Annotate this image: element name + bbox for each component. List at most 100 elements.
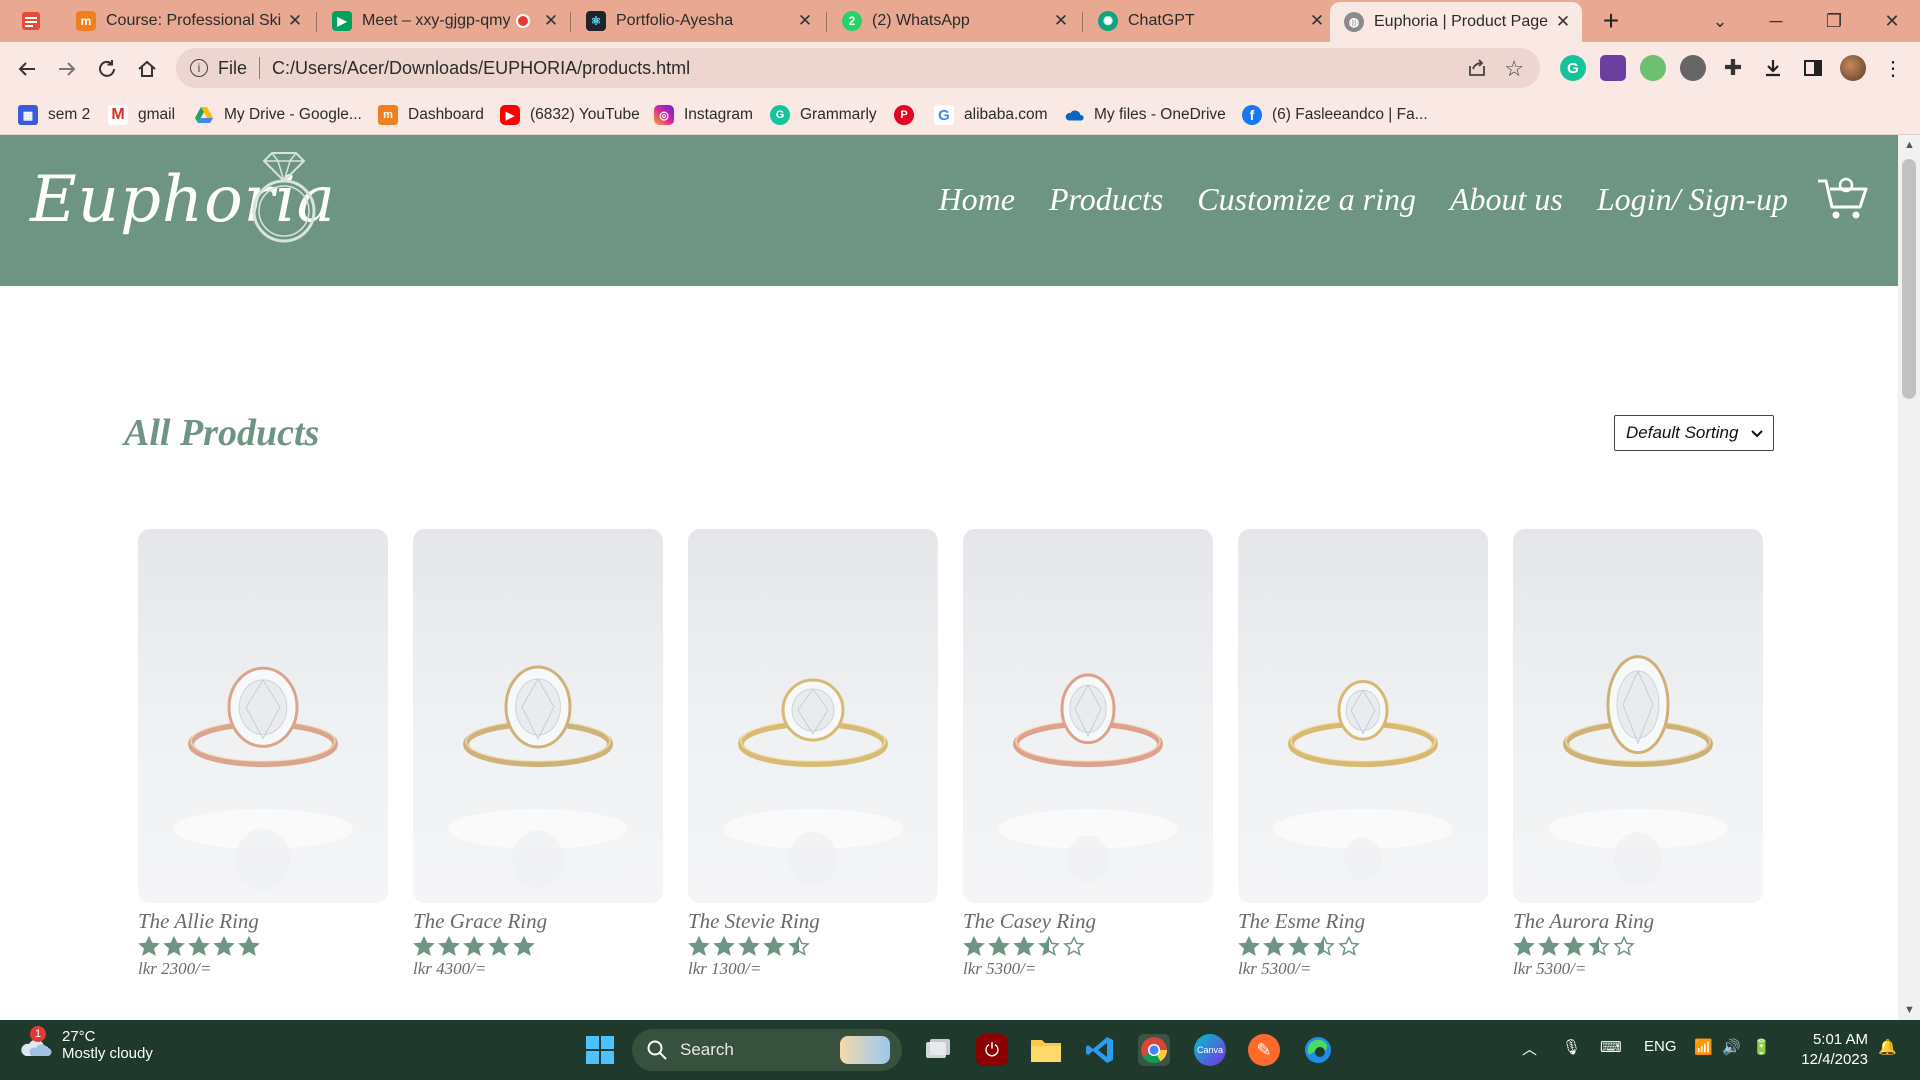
product-image[interactable] xyxy=(1513,529,1763,903)
bookmark-sem2[interactable]: ▦ sem 2 xyxy=(18,104,90,126)
product-name[interactable]: The Allie Ring xyxy=(138,909,388,934)
tab-euphoria-active[interactable]: ◍ Euphoria | Product Page ✕ xyxy=(1330,2,1582,42)
star-full-icon xyxy=(1013,935,1035,956)
bookmark-alibaba[interactable]: Galibaba.com xyxy=(934,104,1048,126)
tab-search-dropdown-icon[interactable]: ⌄ xyxy=(1692,0,1748,42)
sort-select[interactable]: Default Sorting xyxy=(1614,415,1774,451)
keyboard-icon[interactable]: ⌨ xyxy=(1600,1038,1622,1056)
star-empty-icon xyxy=(1338,935,1360,956)
task-view-icon[interactable] xyxy=(922,1034,954,1066)
language-indicator[interactable]: ENG xyxy=(1644,1038,1677,1055)
bookmark-onedrive[interactable]: My files - OneDrive xyxy=(1064,104,1226,126)
system-clock[interactable]: 5:01 AM 12/4/2023 xyxy=(1801,1030,1868,1070)
nav-products[interactable]: Products xyxy=(1049,181,1163,218)
weather-widget[interactable]: 1 27°C Mostly cloudy xyxy=(18,1026,153,1062)
vscode-icon[interactable] xyxy=(1084,1034,1116,1066)
bookmark-youtube[interactable]: ▶ (6832) YouTube xyxy=(500,104,640,126)
forward-button[interactable] xyxy=(50,52,84,86)
product-card[interactable]: The Esme Ring lkr 5300/= xyxy=(1238,529,1488,979)
info-icon[interactable]: i xyxy=(190,59,208,77)
close-tab-icon[interactable]: ✕ xyxy=(538,11,564,31)
product-card[interactable]: The Grace Ring lkr 4300/= xyxy=(413,529,663,979)
windows-start-icon[interactable] xyxy=(584,1034,616,1066)
bookmark-instagram[interactable]: ◎ Instagram xyxy=(654,104,753,126)
sidepanel-icon[interactable] xyxy=(1800,55,1826,81)
restore-button[interactable]: ❐ xyxy=(1806,0,1862,42)
green-extension-icon[interactable] xyxy=(1640,55,1666,81)
page-scrollbar[interactable]: ▲ ▼ xyxy=(1898,135,1920,1020)
product-image[interactable] xyxy=(1238,529,1488,903)
product-card[interactable]: The Stevie Ring lkr 1300/= xyxy=(688,529,938,979)
product-name[interactable]: The Aurora Ring xyxy=(1513,909,1763,934)
home-button[interactable] xyxy=(130,52,164,86)
extensions-puzzle-icon[interactable]: ✚ xyxy=(1720,55,1746,81)
bookmark-star-icon[interactable]: ☆ xyxy=(1504,56,1524,82)
close-window-button[interactable]: ✕ xyxy=(1864,0,1920,42)
robot-extension-icon[interactable] xyxy=(1680,55,1706,81)
close-tab-icon[interactable]: ✕ xyxy=(1048,11,1074,31)
calendar-icon: ▦ xyxy=(18,105,38,125)
product-image[interactable] xyxy=(688,529,938,903)
bookmark-facebook[interactable]: f (6) Fasleeandco | Fa... xyxy=(1242,104,1428,126)
file-explorer-icon[interactable] xyxy=(1030,1034,1062,1066)
new-tab-button[interactable]: + xyxy=(1596,5,1626,36)
grammarly-extension-icon[interactable]: G xyxy=(1560,55,1586,81)
nav-home[interactable]: Home xyxy=(939,181,1015,218)
notification-bell-icon[interactable]: 🔔 xyxy=(1878,1038,1897,1056)
product-card[interactable]: The Allie Ring lkr 2300/= xyxy=(138,529,388,979)
power-app-icon[interactable]: ⏻ xyxy=(976,1034,1008,1066)
bookmark-dashboard[interactable]: m Dashboard xyxy=(378,104,484,126)
tab-course[interactable]: m Course: Professional Skills ✕ xyxy=(62,0,314,42)
address-bar[interactable]: i File C:/Users/Acer/Downloads/EUPHORIA/… xyxy=(176,48,1540,88)
scroll-thumb[interactable] xyxy=(1902,159,1916,399)
tab-meet[interactable]: ▶ Meet – xxy-gjgp-qmy ✕ xyxy=(318,0,570,42)
wifi-icon[interactable]: 📶 xyxy=(1694,1038,1713,1056)
url-text[interactable]: C:/Users/Acer/Downloads/EUPHORIA/product… xyxy=(272,58,690,79)
taskbar-search[interactable]: Search xyxy=(632,1029,902,1071)
tab-portfolio[interactable]: ⚛ Portfolio-Ayesha ✕ xyxy=(572,0,824,42)
tab-whatsapp[interactable]: 2 (2) WhatsApp ✕ xyxy=(828,0,1080,42)
bookmark-grammarly[interactable]: G Grammarly xyxy=(770,104,877,126)
product-image[interactable] xyxy=(413,529,663,903)
back-button[interactable] xyxy=(10,52,44,86)
product-name[interactable]: The Grace Ring xyxy=(413,909,663,934)
cart-icon[interactable] xyxy=(1816,175,1870,223)
bookmark-gmail[interactable]: Mgmail xyxy=(108,104,175,126)
download-icon[interactable] xyxy=(1760,55,1786,81)
reload-button[interactable] xyxy=(90,52,124,86)
product-card[interactable]: The Casey Ring lkr 5300/= xyxy=(963,529,1213,979)
video-extension-icon[interactable] xyxy=(1600,55,1626,81)
bookmark-pinterest[interactable]: P xyxy=(894,104,924,126)
product-image[interactable] xyxy=(963,529,1213,903)
battery-icon[interactable]: 🔋 xyxy=(1752,1038,1771,1056)
product-image[interactable] xyxy=(138,529,388,903)
chrome-icon[interactable] xyxy=(1138,1034,1170,1066)
close-tab-icon[interactable]: ✕ xyxy=(1304,11,1330,31)
product-name[interactable]: The Casey Ring xyxy=(963,909,1213,934)
canva-icon[interactable]: Canva xyxy=(1194,1034,1226,1066)
product-card[interactable]: The Aurora Ring lkr 5300/= xyxy=(1513,529,1763,979)
star-full-icon xyxy=(413,935,435,956)
close-tab-icon[interactable]: ✕ xyxy=(1550,12,1576,32)
nav-about[interactable]: About us xyxy=(1450,181,1563,218)
close-tab-icon[interactable]: ✕ xyxy=(792,11,818,31)
bookmark-drive[interactable]: My Drive - Google... xyxy=(194,104,362,126)
menu-kebab-icon[interactable]: ⋮ xyxy=(1880,55,1906,81)
close-tab-icon[interactable]: ✕ xyxy=(282,11,308,31)
minimize-button[interactable]: ─ xyxy=(1748,0,1804,42)
edge-icon[interactable] xyxy=(1302,1034,1334,1066)
product-name[interactable]: The Stevie Ring xyxy=(688,909,938,934)
nav-login[interactable]: Login/ Sign-up xyxy=(1597,181,1788,218)
tab-search-icon[interactable] xyxy=(20,10,42,32)
volume-icon[interactable]: 🔊 xyxy=(1722,1038,1741,1056)
product-name[interactable]: The Esme Ring xyxy=(1238,909,1488,934)
scroll-down-arrow[interactable]: ▼ xyxy=(1904,1004,1915,1016)
nav-customize[interactable]: Customize a ring xyxy=(1197,181,1416,218)
tray-chevron-up-icon[interactable]: ︿ xyxy=(1522,1038,1537,1059)
scroll-up-arrow[interactable]: ▲ xyxy=(1904,139,1915,151)
profile-avatar[interactable] xyxy=(1840,55,1866,81)
pencil-app-icon[interactable]: ✎ xyxy=(1248,1034,1280,1066)
microphone-icon[interactable]: 🎙 xyxy=(1562,1038,1581,1056)
tab-chatgpt[interactable]: ✺ ChatGPT ✕ xyxy=(1084,0,1336,42)
share-icon[interactable] xyxy=(1466,57,1488,84)
